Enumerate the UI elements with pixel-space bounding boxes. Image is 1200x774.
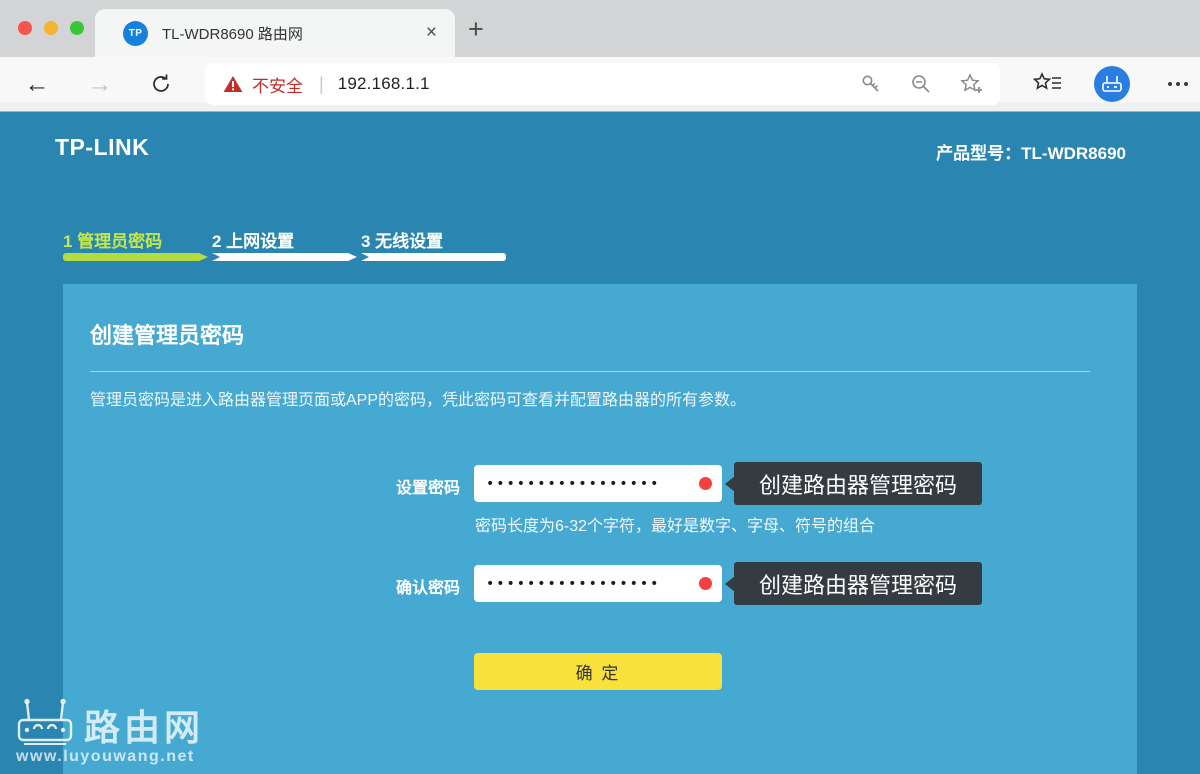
tplink-logo: TP-LINK — [55, 134, 149, 161]
step-progress-bar — [361, 253, 506, 261]
set-password-field-wrap — [474, 465, 722, 502]
router-setup-page: TP-LINK 产品型号：TL-WDR8690 1 管理员密码 2 上网设置 3… — [0, 113, 1200, 774]
minimize-window-button[interactable] — [44, 21, 58, 35]
router-logo-icon — [16, 698, 74, 746]
browser-window: TP TL-WDR8690 路由网 × + ← → 不安全 | 192.168.… — [0, 0, 1200, 774]
set-password-input[interactable] — [474, 465, 722, 502]
card-description: 管理员密码是进入路由器管理页面或APP的密码，凭此密码可查看并配置路由器的所有参… — [90, 386, 746, 410]
password-hint: 密码长度为6-32个字符，最好是数字、字母、符号的组合 — [475, 512, 875, 536]
tab-title: TL-WDR8690 路由网 — [162, 23, 422, 44]
product-model-label: 产品型号：TL-WDR8690 — [936, 139, 1126, 164]
confirm-password-tooltip: 创建路由器管理密码 — [734, 562, 982, 605]
password-alert-dot-icon — [699, 577, 712, 590]
setup-steps: 1 管理员密码 2 上网设置 3 无线设置 — [63, 227, 510, 261]
browser-toolbar: ← → 不安全 | 192.168.1.1 — [0, 57, 1200, 112]
set-password-label: 设置密码 — [90, 474, 460, 498]
watermark-url: www.luyouwang.net — [16, 748, 204, 766]
luyouwang-watermark: 路由网 www.luyouwang.net — [16, 698, 204, 766]
step-wireless-settings: 3 无线设置 — [361, 227, 506, 261]
zoom-out-icon[interactable] — [910, 73, 932, 95]
new-tab-button[interactable]: + — [468, 14, 484, 45]
address-bar[interactable]: 不安全 | 192.168.1.1 — [205, 63, 1000, 105]
confirm-button[interactable]: 确 定 — [474, 653, 722, 690]
close-window-button[interactable] — [18, 21, 32, 35]
tab-favicon-icon: TP — [123, 21, 148, 46]
set-password-tooltip: 创建路由器管理密码 — [734, 462, 982, 505]
router-extension-icon[interactable] — [1094, 57, 1130, 111]
zoom-window-button[interactable] — [70, 21, 84, 35]
confirm-password-input[interactable] — [474, 565, 722, 602]
divider — [90, 371, 1090, 372]
tab-strip: TP TL-WDR8690 路由网 × + — [0, 0, 1200, 57]
step-progress-bar — [212, 253, 357, 261]
step-progress-bar — [63, 253, 208, 261]
browser-tab[interactable]: TP TL-WDR8690 路由网 × — [95, 9, 455, 57]
add-favorite-icon[interactable] — [960, 73, 984, 95]
password-alert-dot-icon — [699, 477, 712, 490]
step-admin-password: 1 管理员密码 — [63, 227, 208, 261]
password-key-icon[interactable] — [860, 73, 882, 95]
card-title: 创建管理员密码 — [90, 318, 244, 350]
back-icon[interactable]: ← — [17, 57, 57, 111]
confirm-password-label: 确认密码 — [90, 574, 460, 598]
tab-close-icon[interactable]: × — [422, 22, 441, 44]
window-controls — [18, 21, 84, 35]
refresh-icon[interactable] — [141, 57, 181, 111]
watermark-name: 路由网 — [84, 710, 204, 746]
security-warning-label: 不安全 — [252, 72, 303, 97]
menu-more-icon[interactable] — [1168, 57, 1188, 111]
url-text[interactable]: 192.168.1.1 — [338, 74, 430, 94]
security-warning-icon — [223, 75, 243, 93]
address-separator: | — [319, 74, 324, 95]
step-internet-settings: 2 上网设置 — [212, 227, 357, 261]
favorites-bar-icon[interactable] — [1033, 57, 1063, 111]
forward-icon: → — [80, 57, 120, 111]
create-password-card: 创建管理员密码 管理员密码是进入路由器管理页面或APP的密码，凭此密码可查看并配… — [63, 284, 1137, 774]
confirm-password-field-wrap — [474, 565, 722, 602]
